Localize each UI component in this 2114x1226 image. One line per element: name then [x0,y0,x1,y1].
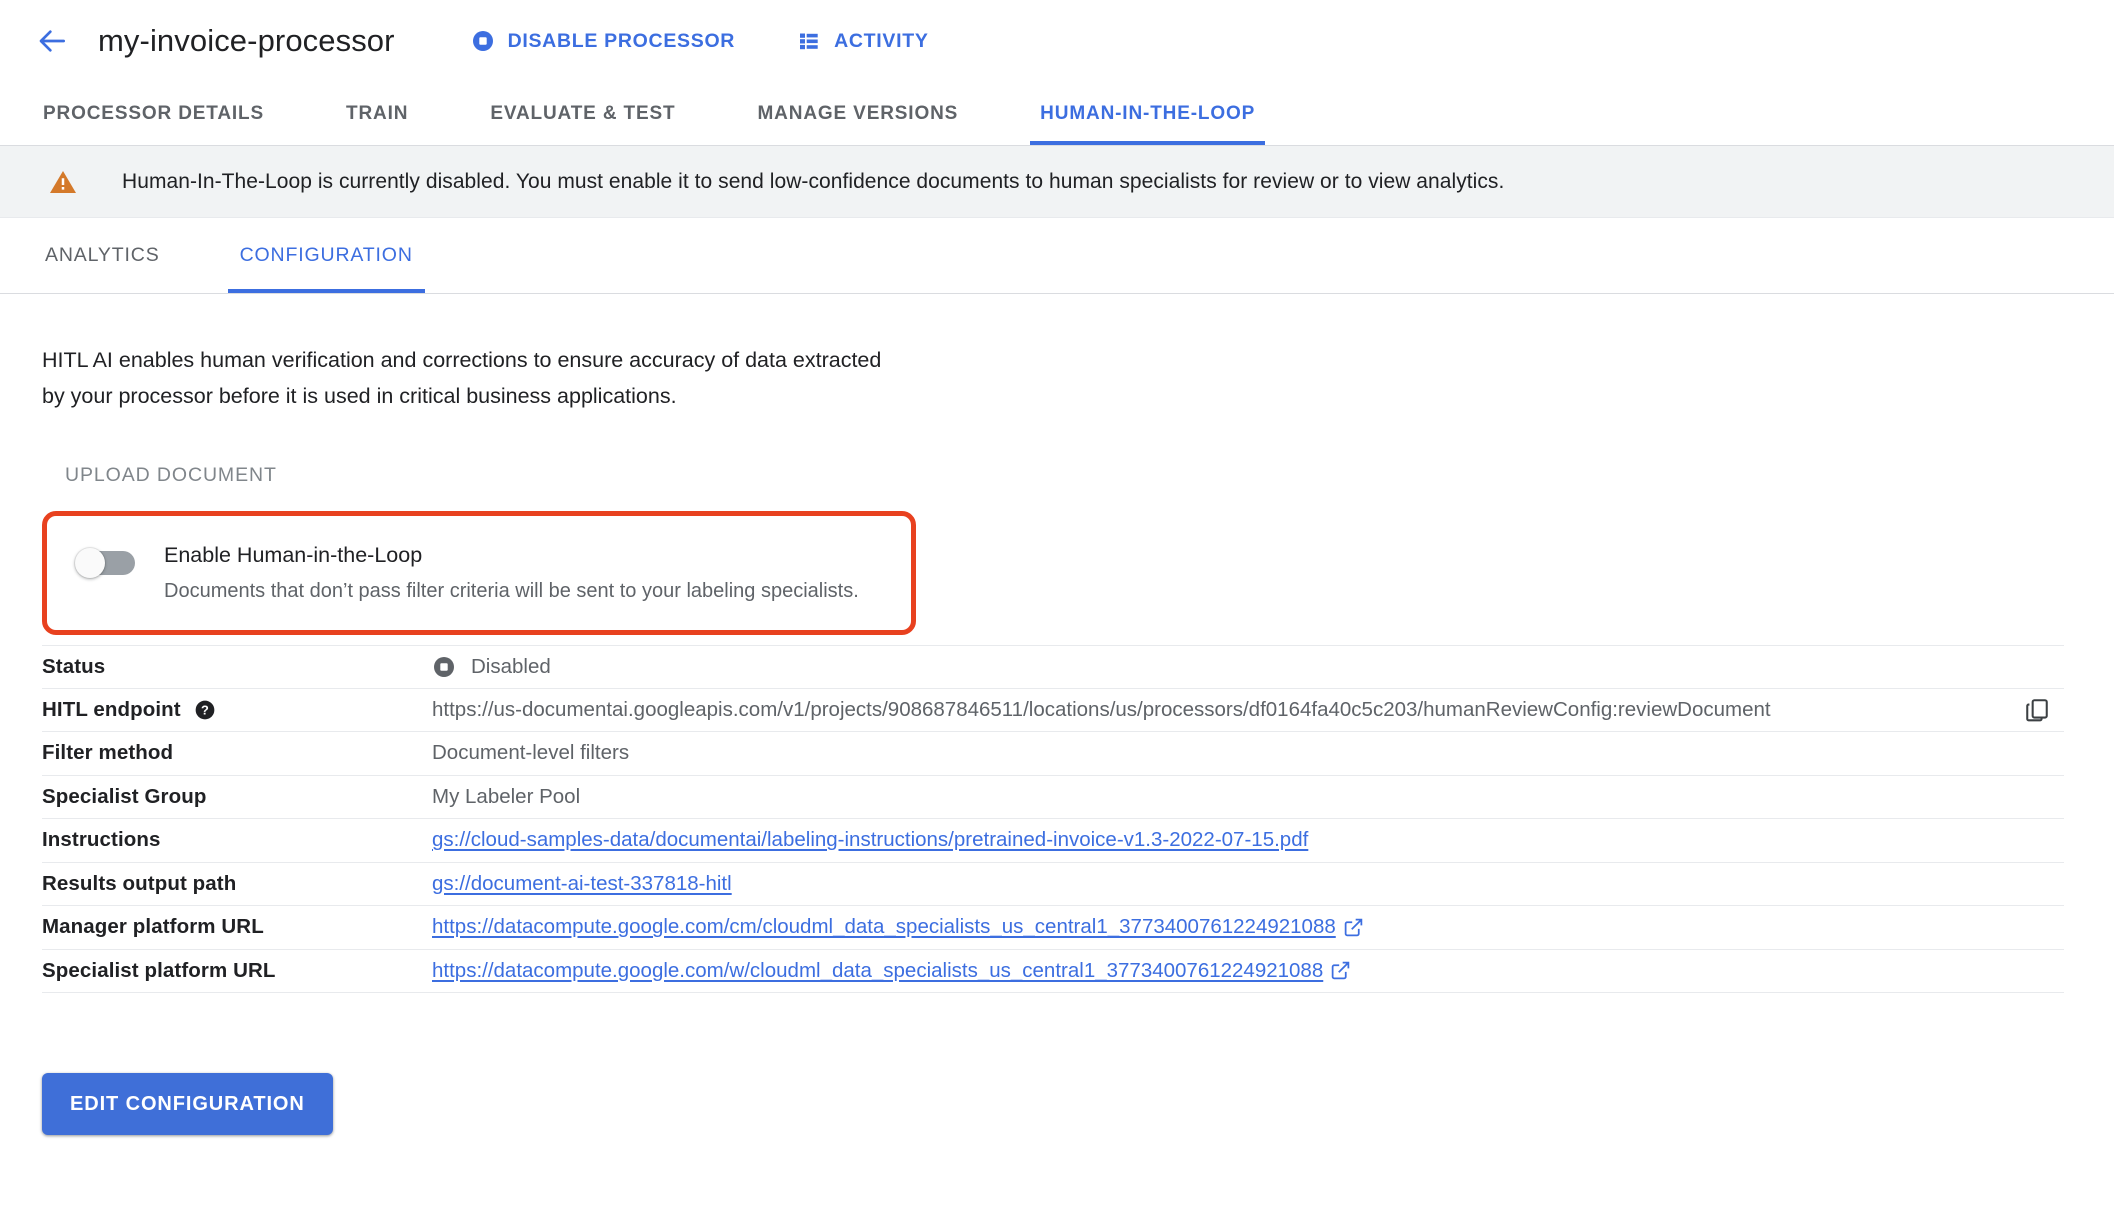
enable-hitl-texts: Enable Human-in-the-Loop Documents that … [164,542,859,604]
page-title: my-invoice-processor [98,23,395,58]
activity-button[interactable]: ACTIVITY [797,29,928,53]
open-in-new-icon[interactable] [1330,960,1351,981]
upload-document-row: UPLOAD DOCUMENT [42,464,2074,487]
tab-evaluate-and-test[interactable]: EVALUATE & TEST [480,82,685,145]
configuration-panel: HITL AI enables human verification and c… [0,342,2114,993]
row-label-specialist-group: Specialist Group [42,784,207,808]
toggle-knob [75,548,105,578]
results-output-path-link[interactable]: gs://document-ai-test-337818-hitl [432,872,732,896]
table-row: HITL endpoint ? https://us-documentai.go… [42,689,2064,732]
status-badge: Disabled [432,655,551,679]
row-value-manager-platform-url: https://datacompute.google.com/cm/cloudm… [432,915,2064,939]
table-row: Status Disabled [42,645,2064,689]
intro-line-2: by your processor before it is used in c… [42,384,677,408]
svg-text:?: ? [201,702,209,717]
row-value-filter-method: Document-level filters [432,741,630,765]
intro-line-1: HITL AI enables human verification and c… [42,348,882,372]
upload-document-button[interactable]: UPLOAD DOCUMENT [65,464,277,487]
help-circle-icon[interactable]: ? [194,699,216,721]
row-value-results-output-path: gs://document-ai-test-337818-hitl [432,872,2064,896]
row-value-hitl-endpoint: https://us-documentai.googleapis.com/v1/… [432,697,2064,723]
primary-tabs: PROCESSOR DETAILS TRAIN EVALUATE & TEST … [0,82,2114,146]
manager-platform-url-link[interactable]: https://datacompute.google.com/cm/cloudm… [432,915,1336,939]
row-value-specialist-platform-url: https://datacompute.google.com/w/cloudml… [432,959,2064,983]
tab-train[interactable]: TRAIN [336,82,418,145]
footer-actions: EDIT CONFIGURATION [0,1073,2114,1135]
tab-human-in-the-loop[interactable]: HUMAN-IN-THE-LOOP [1030,82,1266,145]
sub-tabs: ANALYTICS CONFIGURATION [0,218,2114,294]
warning-triangle-icon [48,167,78,197]
stop-circle-icon [432,655,456,679]
enable-hitl-highlight: Enable Human-in-the-Loop Documents that … [42,511,916,635]
row-label-filter-method: Filter method [42,741,174,765]
row-value-specialist-group: My Labeler Pool [432,784,581,808]
enable-hitl-label: Enable Human-in-the-Loop [164,543,423,567]
table-row: Filter method Document-level filters [42,732,2064,776]
instructions-link[interactable]: gs://cloud-samples-data/documentai/label… [432,828,1308,852]
table-row: Specialist platform URL https://datacomp… [42,950,2064,993]
activity-label: ACTIVITY [834,29,929,52]
table-row: Specialist Group My Labeler Pool [42,776,2064,819]
tab-processor-details[interactable]: PROCESSOR DETAILS [33,82,274,145]
page-root: my-invoice-processor DISABLE PROCESSOR A… [0,0,2114,1226]
disable-processor-button[interactable]: DISABLE PROCESSOR [471,29,736,53]
list-icon [797,29,821,53]
table-row: Instructions gs://cloud-samples-data/doc… [42,819,2064,863]
app-bar: my-invoice-processor DISABLE PROCESSOR A… [0,0,2114,82]
subtab-analytics[interactable]: ANALYTICS [33,218,172,293]
row-label-instructions: Instructions [42,828,161,852]
row-label-manager-platform-url: Manager platform URL [42,915,264,939]
tab-manage-versions[interactable]: MANAGE VERSIONS [748,82,969,145]
app-bar-actions: DISABLE PROCESSOR ACTIVITY [471,29,991,53]
table-row: Manager platform URL https://datacompute… [42,906,2064,950]
warning-banner-text: Human-In-The-Loop is currently disabled.… [122,169,1505,193]
open-in-new-icon[interactable] [1343,917,1364,938]
disable-processor-label: DISABLE PROCESSOR [507,29,736,52]
stop-circle-icon [471,29,495,53]
row-label-hitl-endpoint-text: HITL endpoint [42,697,181,721]
row-label-specialist-platform-url: Specialist platform URL [42,958,276,982]
row-value-status: Disabled [432,655,2064,679]
warning-banner: Human-In-The-Loop is currently disabled.… [0,146,2114,218]
enable-hitl-description: Documents that don’t pass filter criteri… [164,580,859,602]
intro-text: HITL AI enables human verification and c… [42,342,1002,414]
hitl-endpoint-text: https://us-documentai.googleapis.com/v1/… [432,697,1771,721]
row-label-status: Status [42,654,106,678]
copy-icon[interactable] [2024,697,2064,723]
specialist-platform-url-link[interactable]: https://datacompute.google.com/w/cloudml… [432,959,1323,983]
status-text: Disabled [471,654,551,678]
row-label-results-output-path: Results output path [42,871,237,895]
arrow-back-icon [37,25,69,57]
configuration-details: Status Disabled HITL endpoint ? https://… [42,645,2064,993]
enable-hitl-card: Enable Human-in-the-Loop Documents that … [42,511,916,635]
row-value-instructions: gs://cloud-samples-data/documentai/label… [432,828,2064,852]
edit-configuration-button[interactable]: EDIT CONFIGURATION [42,1073,333,1135]
table-row: Results output path gs://document-ai-tes… [42,863,2064,906]
enable-hitl-toggle[interactable] [75,548,137,578]
subtab-configuration[interactable]: CONFIGURATION [227,218,425,293]
row-label-hitl-endpoint: HITL endpoint ? [42,698,432,722]
back-button[interactable] [30,18,76,64]
